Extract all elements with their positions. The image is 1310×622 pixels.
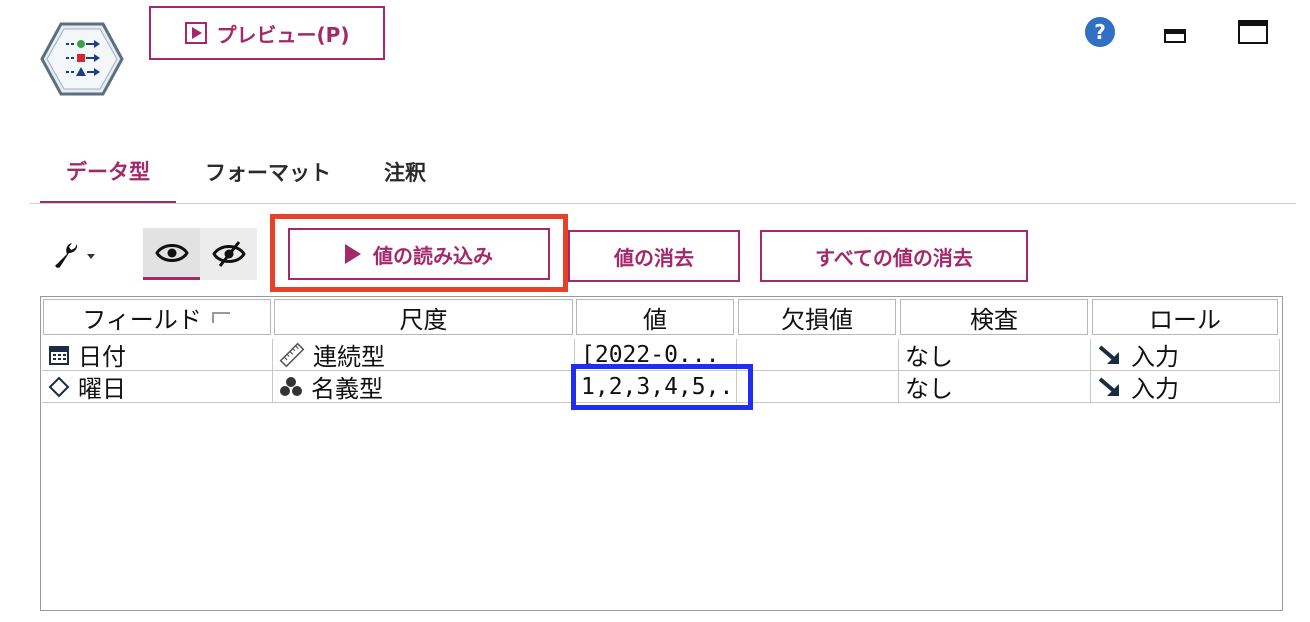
- tab-data-type[interactable]: データ型: [40, 140, 176, 204]
- column-header-missing[interactable]: 欠損値: [738, 299, 896, 335]
- column-header-check[interactable]: 検査: [900, 299, 1088, 335]
- tab-format[interactable]: フォーマット: [180, 140, 356, 204]
- table-row-measure-cell[interactable]: 名義型: [273, 371, 575, 403]
- table-row-missing-cell[interactable]: [737, 339, 899, 371]
- wrench-icon: [55, 243, 78, 268]
- nominal-icon: [280, 376, 302, 396]
- play-icon: [184, 22, 207, 44]
- column-header-field[interactable]: フィールド: [43, 299, 271, 335]
- highlight-box-red: [270, 214, 568, 292]
- column-header-values[interactable]: 値: [576, 299, 734, 335]
- clear-values-label: 値の消去: [614, 245, 694, 270]
- table-row-measure-cell[interactable]: 連続型: [273, 339, 575, 371]
- tab-divider: [30, 203, 1296, 204]
- hide-fields-button[interactable]: [201, 228, 257, 280]
- help-icon[interactable]: ?: [1084, 16, 1116, 48]
- show-fields-button[interactable]: [143, 228, 200, 280]
- tab-annotation[interactable]: 注釈: [362, 140, 448, 204]
- table-row-field-cell[interactable]: 曜日: [42, 371, 273, 403]
- preview-button-label: プレビュー(P): [216, 22, 350, 47]
- preview-button[interactable]: プレビュー(P): [149, 6, 385, 60]
- arrow-down-right-icon: [1098, 376, 1119, 396]
- table-row-field-cell[interactable]: 日付: [42, 339, 273, 371]
- tools-menu-button[interactable]: [48, 232, 104, 278]
- table-row-role-cell[interactable]: 入力: [1091, 339, 1280, 371]
- calendar-icon: [49, 345, 69, 365]
- clear-all-values-label: すべての値の消去: [815, 245, 973, 270]
- table-row-check-cell[interactable]: なし: [899, 371, 1091, 403]
- table-row-missing-cell[interactable]: [737, 371, 899, 403]
- table-row-check-cell[interactable]: なし: [899, 339, 1091, 371]
- clear-all-values-button[interactable]: すべての値の消去: [760, 230, 1028, 282]
- eye-slash-icon: [212, 241, 246, 267]
- table-row-role-cell[interactable]: 入力: [1091, 371, 1280, 403]
- diamond-icon: [48, 376, 70, 397]
- svg-text:?: ?: [1094, 20, 1106, 44]
- maximize-icon[interactable]: [1238, 20, 1268, 44]
- highlight-box-blue: [571, 364, 753, 410]
- arrow-down-right-icon: [1098, 344, 1119, 364]
- ruler-icon: [279, 342, 305, 367]
- sort-icon: [211, 312, 230, 323]
- column-header-role[interactable]: ロール: [1092, 299, 1278, 335]
- column-header-measure[interactable]: 尺度: [274, 299, 573, 335]
- eye-icon: [154, 243, 189, 262]
- chevron-down-icon: [87, 254, 95, 259]
- type-node-icon: [40, 22, 124, 96]
- clear-values-button[interactable]: 値の消去: [568, 230, 740, 282]
- minimize-icon[interactable]: [1164, 26, 1186, 44]
